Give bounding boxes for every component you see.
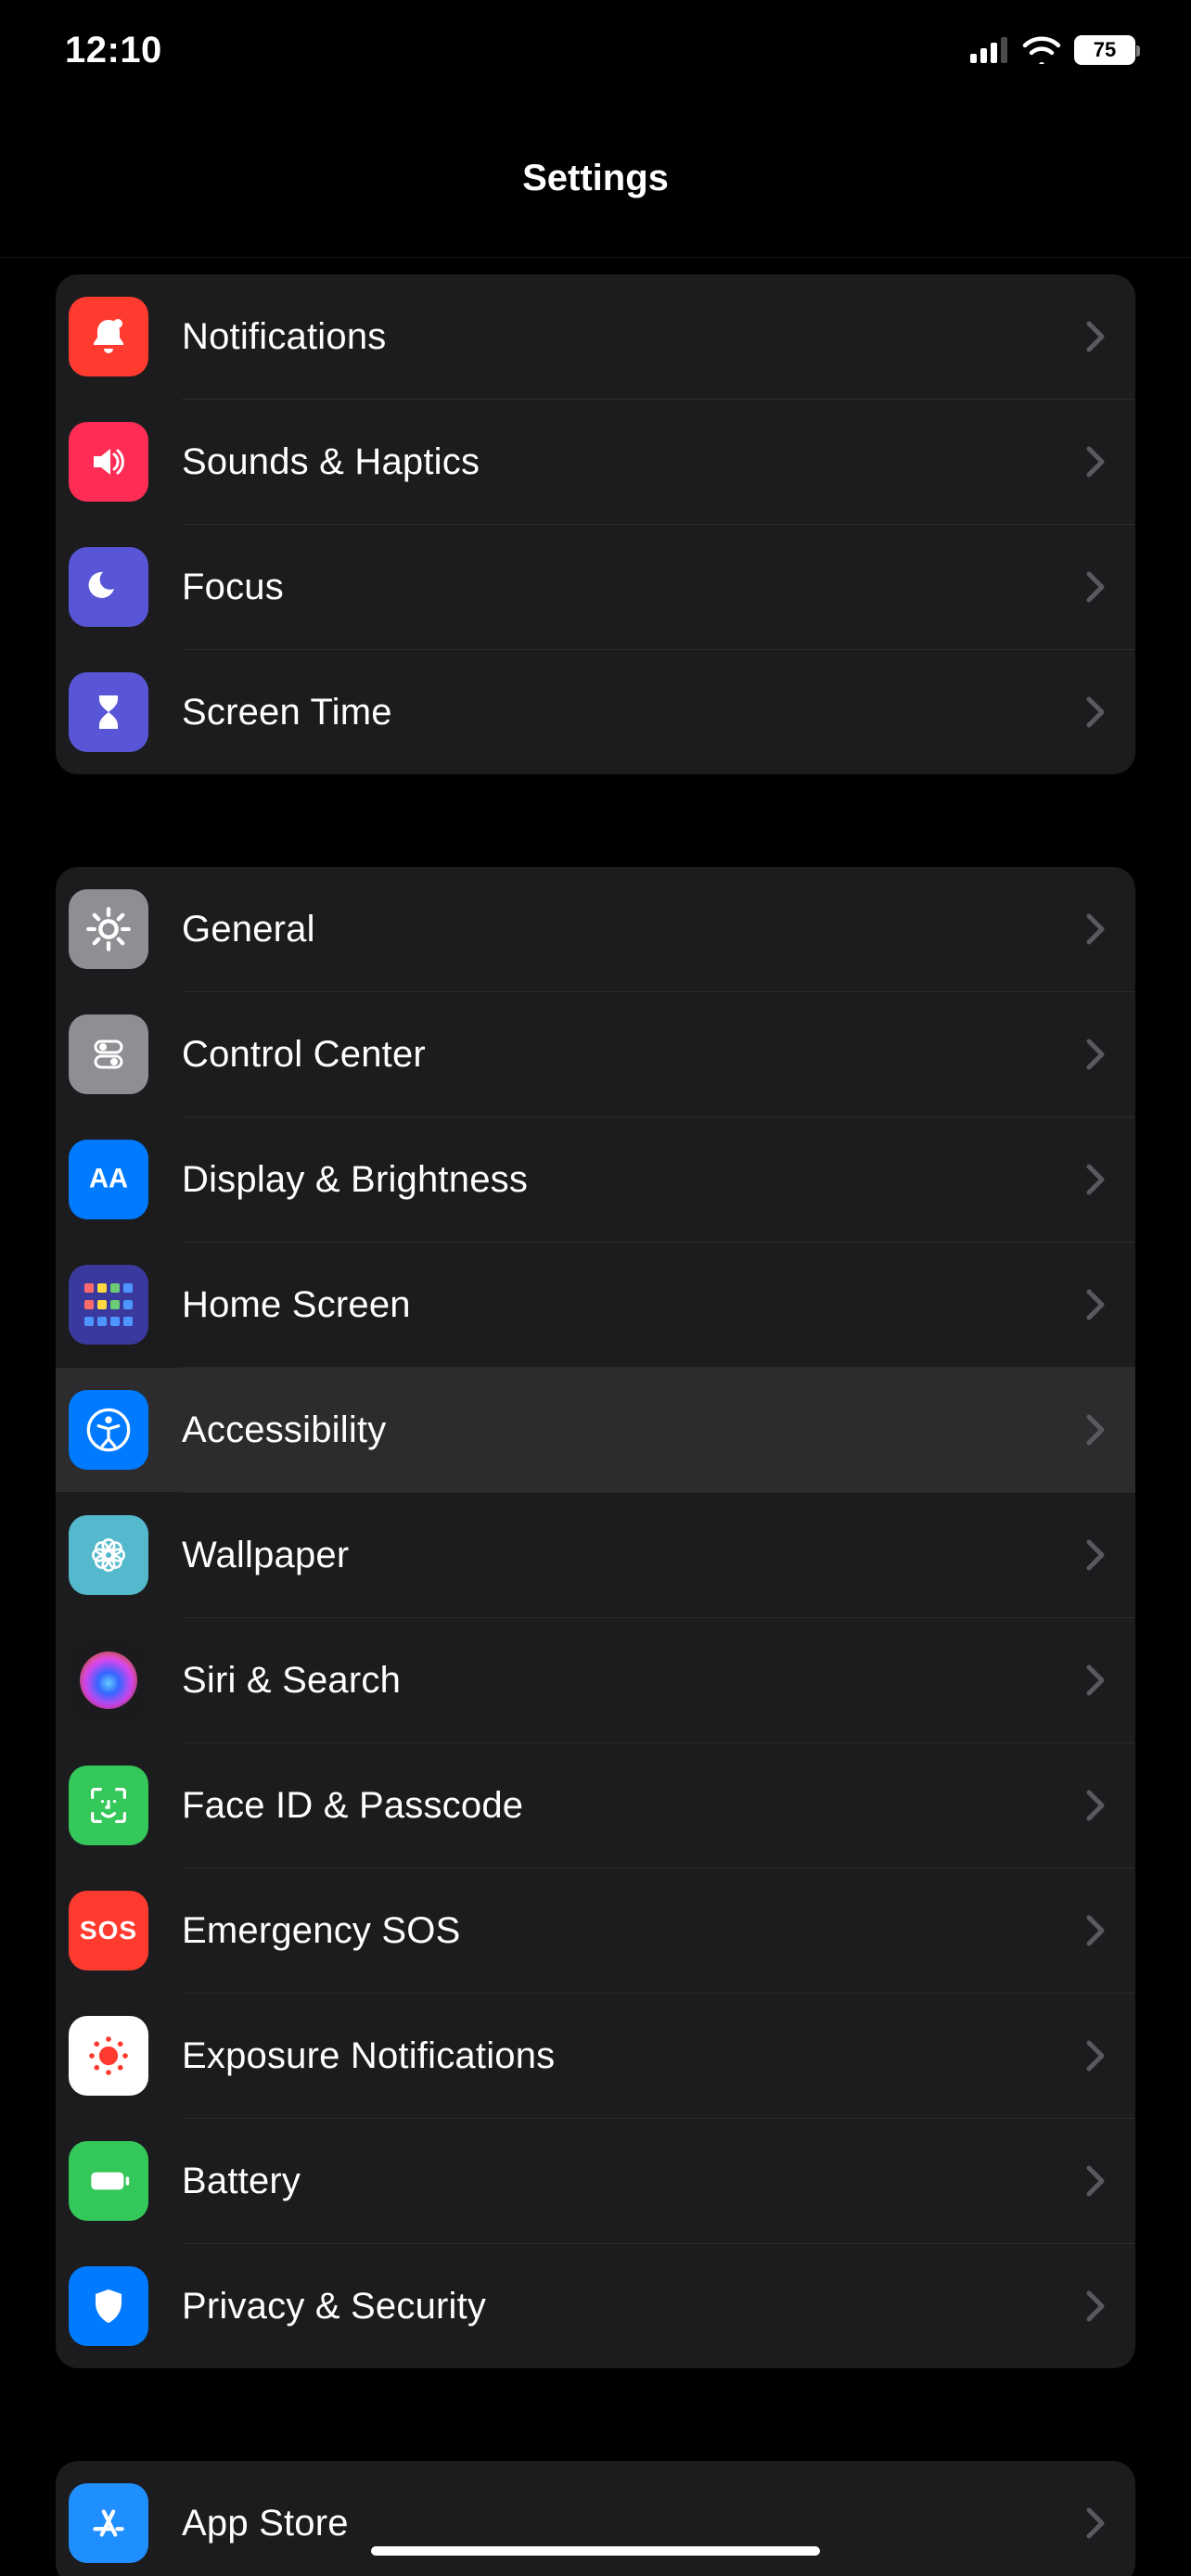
battery-level: 75	[1094, 38, 1116, 62]
sounds-icon	[69, 422, 148, 502]
header: Settings	[0, 100, 1191, 258]
status-bar: 12:10 75	[0, 0, 1191, 100]
chevron-right-icon	[1085, 2506, 1106, 2540]
row-general[interactable]: General	[56, 867, 1135, 991]
row-battery[interactable]: Battery	[56, 2119, 1135, 2243]
accessibility-icon	[69, 1390, 148, 1470]
row-label: Sounds & Haptics	[182, 441, 1085, 483]
display-icon: AA	[69, 1140, 148, 1219]
chevron-right-icon	[1085, 1163, 1106, 1196]
svg-text:AA: AA	[89, 1164, 128, 1193]
status-indicators: 75	[970, 35, 1135, 65]
row-label: Display & Brightness	[182, 1159, 1085, 1201]
chevron-right-icon	[1085, 2039, 1106, 2072]
row-label: Accessibility	[182, 1409, 1085, 1451]
chevron-right-icon	[1085, 320, 1106, 353]
row-exposure[interactable]: Exposure Notifications	[56, 1994, 1135, 2118]
appstore-icon	[69, 2483, 148, 2563]
general-icon	[69, 889, 148, 969]
notifications-icon	[69, 297, 148, 376]
row-faceid[interactable]: Face ID & Passcode	[56, 1743, 1135, 1868]
row-label: Face ID & Passcode	[182, 1785, 1085, 1827]
row-label: Focus	[182, 567, 1085, 608]
row-label: Wallpaper	[182, 1535, 1085, 1576]
siri-icon	[69, 1640, 148, 1720]
settings-list: Notifications Sounds & Haptics Focus Scr…	[0, 274, 1191, 2576]
chevron-right-icon	[1085, 912, 1106, 946]
cellular-icon	[970, 37, 1009, 63]
row-screentime[interactable]: Screen Time	[56, 650, 1135, 774]
row-siri[interactable]: Siri & Search	[56, 1618, 1135, 1742]
homescreen-icon	[69, 1265, 148, 1345]
privacy-icon	[69, 2266, 148, 2346]
settings-group-1: Notifications Sounds & Haptics Focus Scr…	[56, 274, 1135, 774]
row-label: Siri & Search	[182, 1660, 1085, 1702]
chevron-right-icon	[1085, 695, 1106, 729]
status-time: 12:10	[65, 30, 162, 71]
chevron-right-icon	[1085, 1413, 1106, 1447]
home-indicator[interactable]	[371, 2546, 820, 2556]
battery-icon: 75	[1074, 35, 1135, 65]
row-label: Exposure Notifications	[182, 2035, 1085, 2077]
row-label: Notifications	[182, 316, 1085, 358]
settings-group-3: App Store	[56, 2461, 1135, 2576]
wallpaper-icon	[69, 1515, 148, 1595]
chevron-right-icon	[1085, 570, 1106, 604]
row-display[interactable]: AA Display & Brightness	[56, 1117, 1135, 1242]
chevron-right-icon	[1085, 445, 1106, 478]
screentime-icon	[69, 672, 148, 752]
wifi-icon	[1022, 36, 1061, 64]
row-label: Privacy & Security	[182, 2286, 1085, 2327]
row-privacy[interactable]: Privacy & Security	[56, 2244, 1135, 2368]
row-focus[interactable]: Focus	[56, 525, 1135, 649]
row-label: Home Screen	[182, 1284, 1085, 1326]
row-accessibility[interactable]: Accessibility	[56, 1368, 1135, 1492]
row-label: Control Center	[182, 1034, 1085, 1076]
battery-row-icon	[69, 2141, 148, 2221]
row-label: Battery	[182, 2161, 1085, 2202]
row-wallpaper[interactable]: Wallpaper	[56, 1493, 1135, 1617]
row-homescreen[interactable]: Home Screen	[56, 1243, 1135, 1367]
settings-group-2: General Control Center AA Display & Brig…	[56, 867, 1135, 2368]
page-title: Settings	[522, 158, 669, 199]
chevron-right-icon	[1085, 2164, 1106, 2198]
row-label: Emergency SOS	[182, 1910, 1085, 1952]
controlcenter-icon	[69, 1014, 148, 1094]
row-label: General	[182, 909, 1085, 950]
row-controlcenter[interactable]: Control Center	[56, 992, 1135, 1116]
sos-icon: SOS	[69, 1891, 148, 1970]
faceid-icon	[69, 1766, 148, 1845]
chevron-right-icon	[1085, 1664, 1106, 1697]
chevron-right-icon	[1085, 1038, 1106, 1071]
chevron-right-icon	[1085, 1914, 1106, 1947]
chevron-right-icon	[1085, 2289, 1106, 2323]
focus-icon	[69, 547, 148, 627]
row-notifications[interactable]: Notifications	[56, 274, 1135, 399]
exposure-icon	[69, 2016, 148, 2096]
chevron-right-icon	[1085, 1538, 1106, 1572]
chevron-right-icon	[1085, 1288, 1106, 1321]
row-sos[interactable]: SOS Emergency SOS	[56, 1868, 1135, 1993]
row-sounds[interactable]: Sounds & Haptics	[56, 400, 1135, 524]
row-appstore[interactable]: App Store	[56, 2461, 1135, 2576]
row-label: Screen Time	[182, 692, 1085, 733]
row-label: App Store	[182, 2503, 1085, 2544]
chevron-right-icon	[1085, 1789, 1106, 1822]
